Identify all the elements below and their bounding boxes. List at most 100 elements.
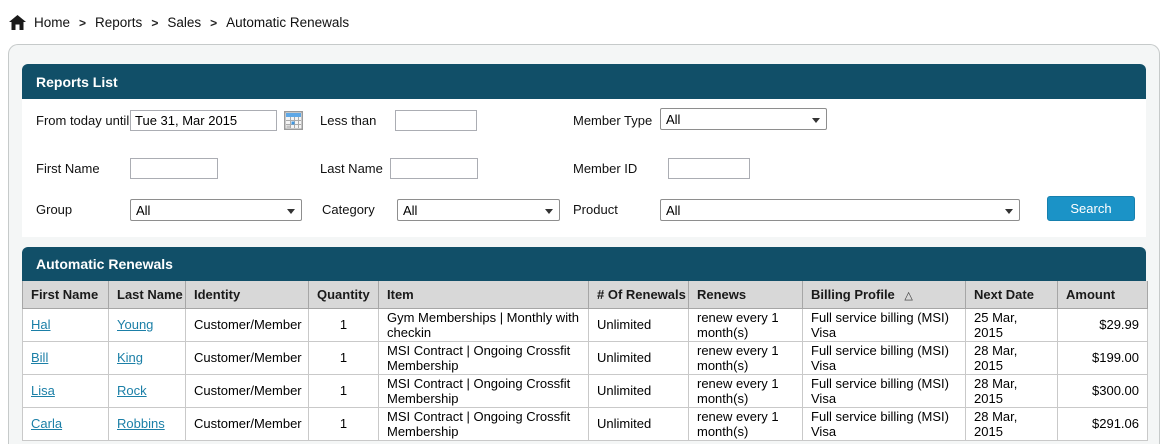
breadcrumb-home[interactable]: Home: [34, 15, 70, 30]
table-row: Hal Young Customer/Member 1 Gym Membersh…: [23, 308, 1148, 341]
chevron-down-icon: [812, 118, 820, 123]
identity-cell: Customer/Member: [186, 308, 309, 341]
search-button[interactable]: Search: [1047, 196, 1135, 221]
renewals-cell: Unlimited: [589, 374, 689, 407]
billing-cell: Full service billing (MSI) Visa: [803, 374, 966, 407]
chevron-down-icon: [545, 209, 553, 214]
col-billing-profile-label: Billing Profile: [811, 287, 895, 302]
amount-cell: $300.00: [1058, 374, 1148, 407]
breadcrumb-separator: >: [78, 16, 87, 30]
product-value: All: [666, 203, 680, 218]
breadcrumb-separator: >: [150, 16, 159, 30]
table-row: Carla Robbins Customer/Member 1 MSI Cont…: [23, 407, 1148, 440]
last-name-link[interactable]: Rock: [117, 383, 147, 398]
reports-container: Reports List From today until Less than: [8, 44, 1160, 444]
last-name-input[interactable]: [390, 158, 478, 179]
renewals-table: First Name Last Name Identity Quantity I…: [22, 281, 1148, 441]
panel-title: Automatic Renewals: [36, 256, 173, 272]
first-name-input[interactable]: [130, 158, 218, 179]
amount-cell: $291.06: [1058, 407, 1148, 440]
category-value: All: [403, 203, 417, 218]
renewals-cell: Unlimited: [589, 308, 689, 341]
from-date-label: From today until: [36, 110, 129, 131]
category-label: Category: [322, 199, 375, 220]
last-name-link[interactable]: King: [117, 350, 143, 365]
billing-cell: Full service billing (MSI) Visa: [803, 407, 966, 440]
table-row: Bill King Customer/Member 1 MSI Contract…: [23, 341, 1148, 374]
renews-cell: renew every 1 month(s): [689, 374, 803, 407]
col-renews[interactable]: Renews: [689, 281, 803, 308]
breadcrumb-automatic-renewals: Automatic Renewals: [226, 15, 349, 30]
renewals-cell: Unlimited: [589, 407, 689, 440]
panel-title: Reports List: [36, 74, 118, 90]
col-billing-profile[interactable]: Billing Profile △: [803, 281, 966, 308]
less-than-label: Less than: [320, 110, 376, 131]
member-id-label: Member ID: [573, 158, 637, 179]
next-date-cell: 28 Mar, 2015: [966, 341, 1058, 374]
identity-cell: Customer/Member: [186, 374, 309, 407]
col-quantity[interactable]: Quantity: [309, 281, 379, 308]
identity-cell: Customer/Member: [186, 341, 309, 374]
table-row: Lisa Rock Customer/Member 1 MSI Contract…: [23, 374, 1148, 407]
breadcrumb: Home > Reports > Sales > Automatic Renew…: [0, 0, 1168, 36]
next-date-cell: 28 Mar, 2015: [966, 407, 1058, 440]
chevron-down-icon: [287, 209, 295, 214]
sort-asc-icon: △: [904, 290, 912, 302]
reports-list-header: Reports List: [22, 64, 1146, 99]
first-name-link[interactable]: Bill: [31, 350, 48, 365]
home-icon[interactable]: [9, 15, 26, 30]
item-cell: Gym Memberships | Monthly with checkin: [379, 308, 589, 341]
col-amount[interactable]: Amount: [1058, 281, 1148, 308]
quantity-cell: 1: [309, 374, 379, 407]
last-name-label: Last Name: [320, 158, 383, 179]
member-type-label: Member Type: [573, 110, 652, 131]
group-value: All: [136, 203, 150, 218]
col-item[interactable]: Item: [379, 281, 589, 308]
col-last-name[interactable]: Last Name: [109, 281, 186, 308]
quantity-cell: 1: [309, 407, 379, 440]
calendar-icon: [285, 112, 302, 129]
renews-cell: renew every 1 month(s): [689, 308, 803, 341]
item-cell: MSI Contract | Ongoing Crossfit Membersh…: [379, 341, 589, 374]
col-next-date[interactable]: Next Date: [966, 281, 1058, 308]
reports-list-panel: Reports List From today until Less than: [22, 64, 1146, 237]
item-cell: MSI Contract | Ongoing Crossfit Membersh…: [379, 407, 589, 440]
breadcrumb-reports[interactable]: Reports: [95, 15, 142, 30]
product-label: Product: [573, 199, 618, 220]
filters-body: From today until Less than Member Type: [22, 99, 1146, 237]
chevron-down-icon: [1005, 209, 1013, 214]
next-date-cell: 25 Mar, 2015: [966, 308, 1058, 341]
col-identity[interactable]: Identity: [186, 281, 309, 308]
amount-cell: $29.99: [1058, 308, 1148, 341]
col-first-name[interactable]: First Name: [23, 281, 109, 308]
amount-cell: $199.00: [1058, 341, 1148, 374]
first-name-link[interactable]: Hal: [31, 317, 51, 332]
group-label: Group: [36, 199, 72, 220]
renewals-cell: Unlimited: [589, 341, 689, 374]
renews-cell: renew every 1 month(s): [689, 341, 803, 374]
category-select[interactable]: All: [397, 199, 560, 221]
automatic-renewals-panel: Automatic Renewals First Name Last Name …: [22, 247, 1146, 441]
first-name-link[interactable]: Carla: [31, 416, 62, 431]
last-name-link[interactable]: Young: [117, 317, 153, 332]
member-type-value: All: [666, 112, 680, 127]
quantity-cell: 1: [309, 308, 379, 341]
billing-cell: Full service billing (MSI) Visa: [803, 341, 966, 374]
member-id-input[interactable]: [668, 158, 750, 179]
breadcrumb-sales[interactable]: Sales: [167, 15, 201, 30]
less-than-input[interactable]: [395, 110, 477, 131]
last-name-link[interactable]: Robbins: [117, 416, 165, 431]
from-date-input[interactable]: [130, 110, 277, 131]
first-name-link[interactable]: Lisa: [31, 383, 55, 398]
member-type-select[interactable]: All: [660, 108, 827, 130]
col-renewals[interactable]: # Of Renewals: [589, 281, 689, 308]
product-select[interactable]: All: [660, 199, 1020, 221]
calendar-button[interactable]: [284, 111, 303, 130]
next-date-cell: 28 Mar, 2015: [966, 374, 1058, 407]
item-cell: MSI Contract | Ongoing Crossfit Membersh…: [379, 374, 589, 407]
billing-cell: Full service billing (MSI) Visa: [803, 308, 966, 341]
renews-cell: renew every 1 month(s): [689, 407, 803, 440]
automatic-renewals-header: Automatic Renewals: [22, 247, 1146, 281]
group-select[interactable]: All: [130, 199, 302, 221]
first-name-label: First Name: [36, 158, 100, 179]
